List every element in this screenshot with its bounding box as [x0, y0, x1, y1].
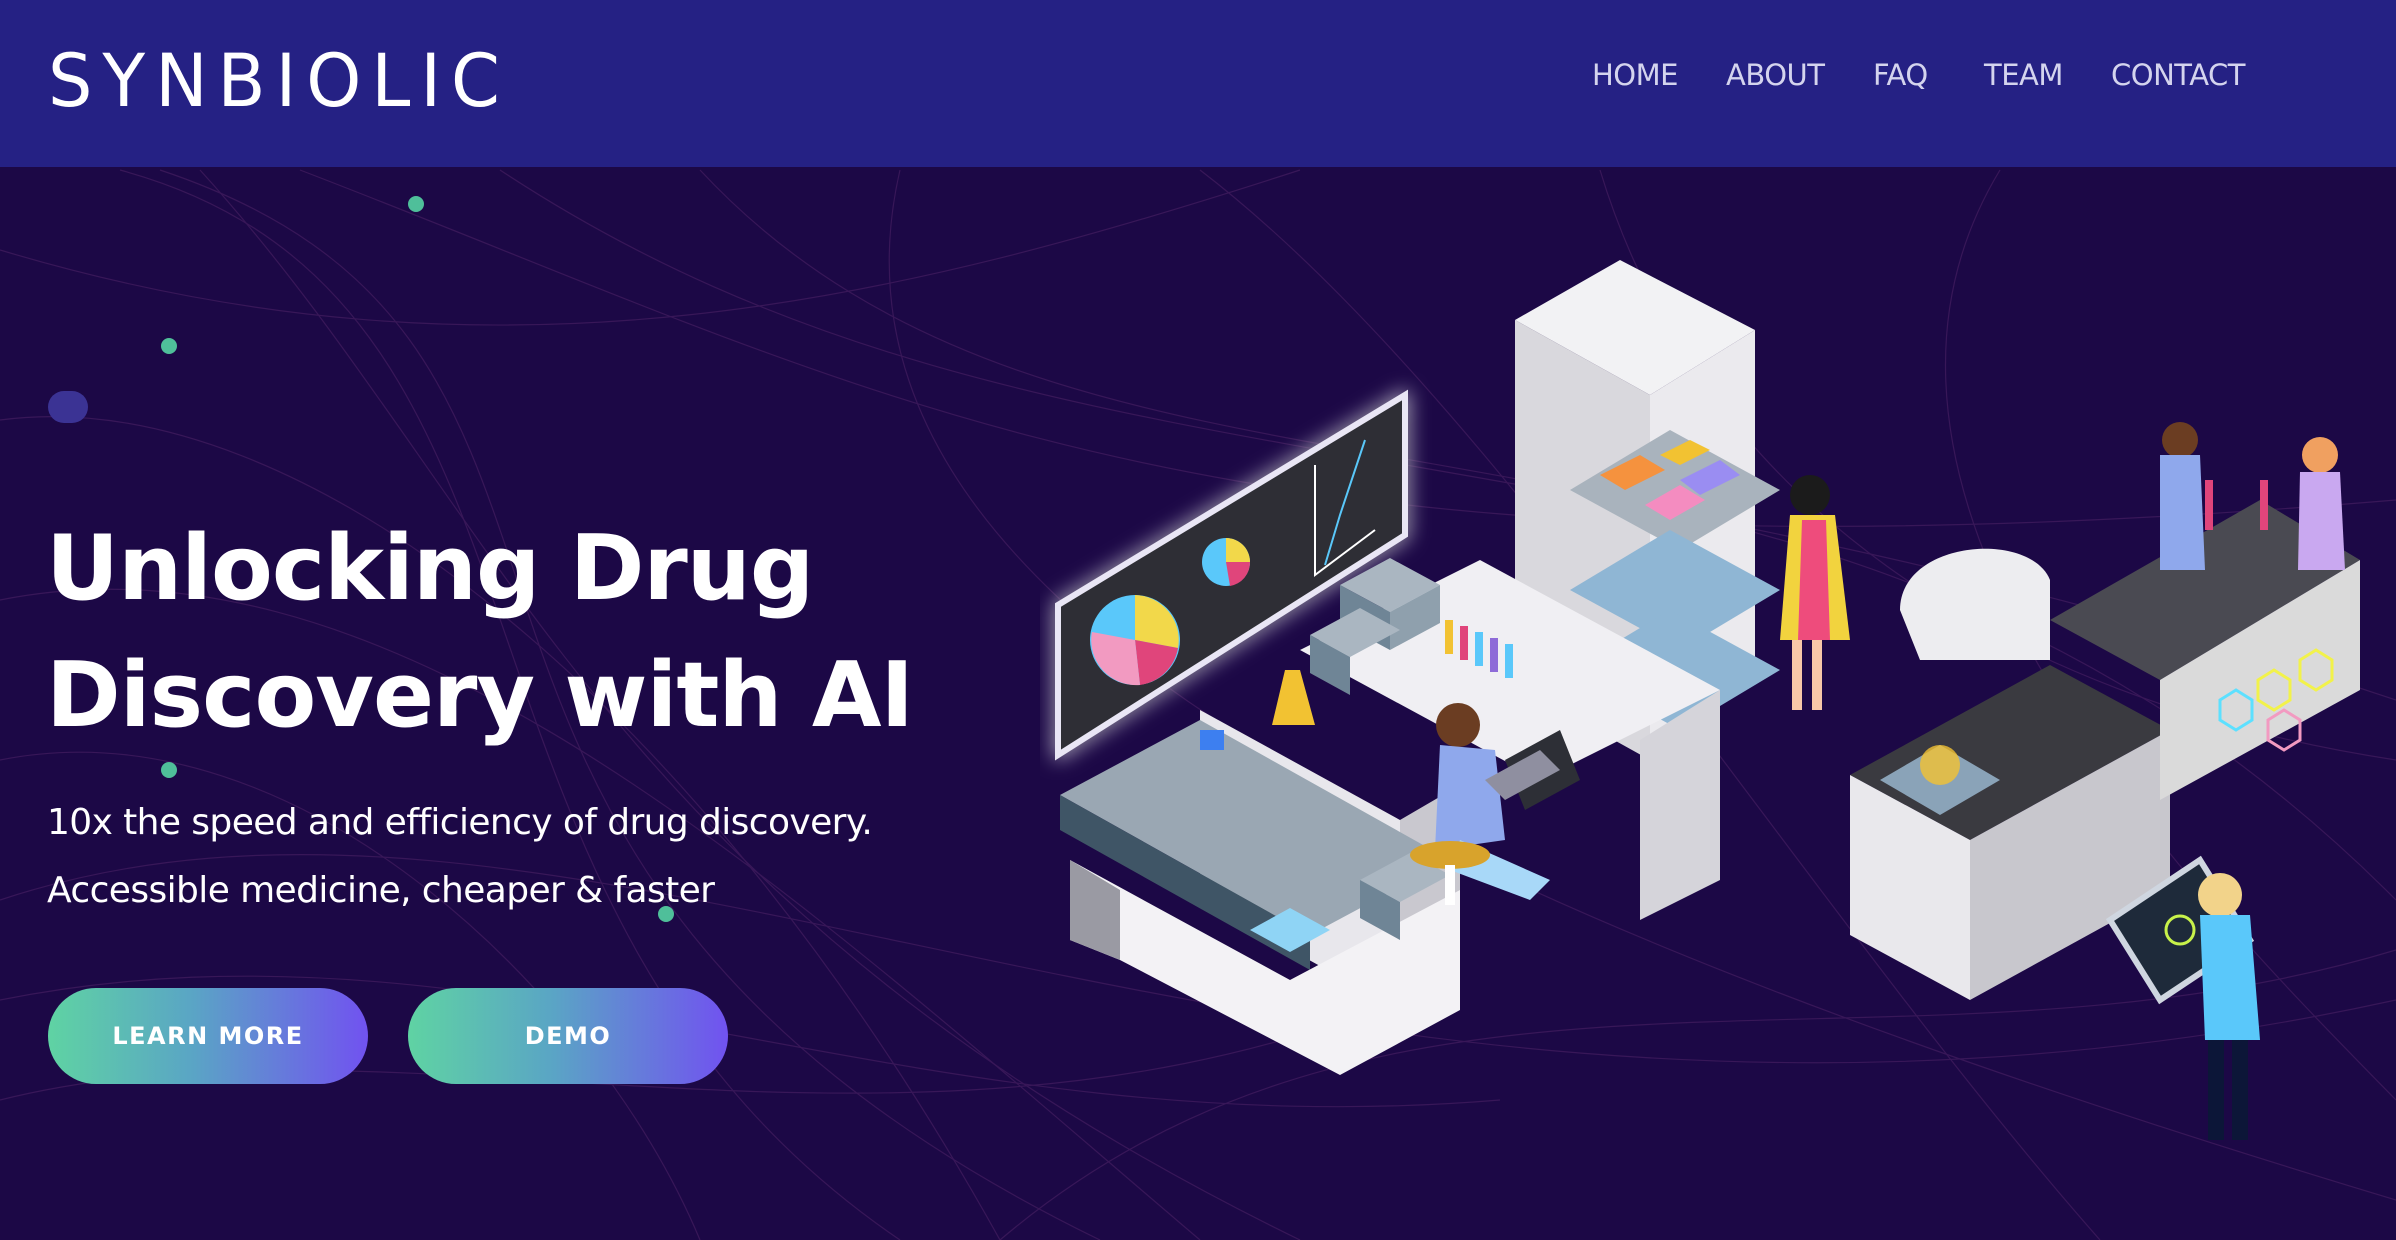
pie-chart-icon [1090, 595, 1180, 686]
decor-dot [161, 338, 177, 354]
learn-more-button[interactable]: LEARN MORE [48, 988, 368, 1084]
hero-title-line-2: Discovery with AI [46, 643, 914, 748]
nav-faq-link[interactable]: FAQ [1873, 58, 1928, 92]
small-pie-icon [1202, 538, 1251, 586]
flask-icon [1200, 670, 1315, 750]
nav-team-link[interactable]: TEAM [1984, 58, 2063, 92]
nav-about-link[interactable]: ABOUT [1726, 58, 1825, 92]
decor-dot [161, 762, 177, 778]
decor-blob [48, 391, 88, 423]
scientist-standing [1780, 475, 1850, 710]
lab-illustration [1055, 260, 2360, 1140]
hero-subtitle-line-2: Accessible medicine, cheaper & faster [47, 870, 715, 911]
hero-title-line-1: Unlocking Drug [46, 516, 814, 621]
decor-dot [408, 196, 424, 212]
nav-home-link[interactable]: HOME [1592, 58, 1678, 92]
nav-contact-link[interactable]: CONTACT [2111, 58, 2246, 92]
demo-button[interactable]: DEMO [408, 988, 728, 1084]
top-navbar: SYNBIOLIC HOME ABOUT FAQ TEAM CONTACT [0, 0, 2396, 167]
hero-title: Unlocking Drug Discovery with AI [46, 505, 946, 759]
brand-logo[interactable]: SYNBIOLIC [48, 38, 510, 124]
hero-subtitle-line-1: 10x the speed and efficiency of drug dis… [47, 802, 873, 843]
